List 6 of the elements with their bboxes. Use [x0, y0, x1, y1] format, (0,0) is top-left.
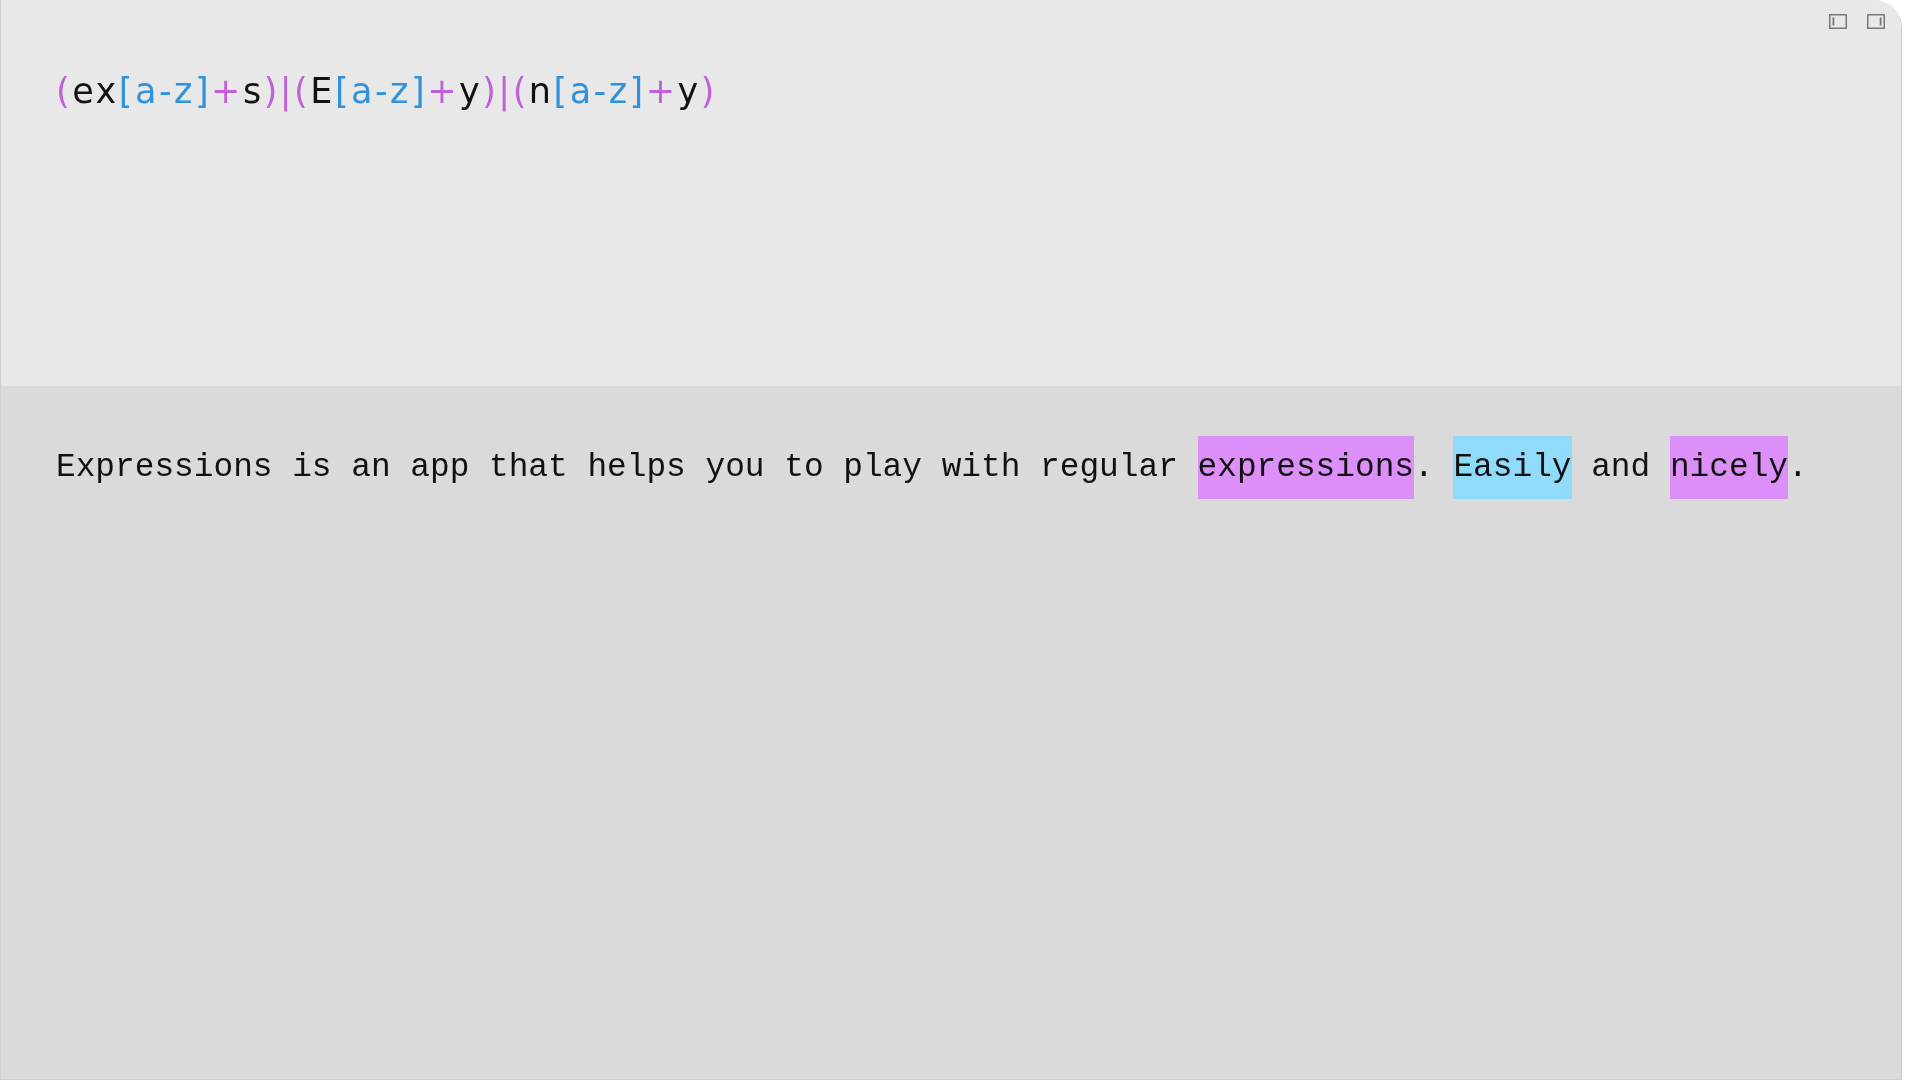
- sidebar-left-icon: [1829, 13, 1847, 29]
- sample-text[interactable]: Expressions is an app that helps you to play with regular expressions. Easily and nicely.: [56, 436, 1808, 499]
- regex-pattern[interactable]: (ex[a-z]+s)|(E[a-z]+y)|(n[a-z]+y): [56, 68, 717, 114]
- right-sidebar-button[interactable]: [1865, 12, 1887, 30]
- sidebar-right-icon: [1867, 13, 1885, 29]
- left-sidebar-button[interactable]: [1827, 12, 1849, 30]
